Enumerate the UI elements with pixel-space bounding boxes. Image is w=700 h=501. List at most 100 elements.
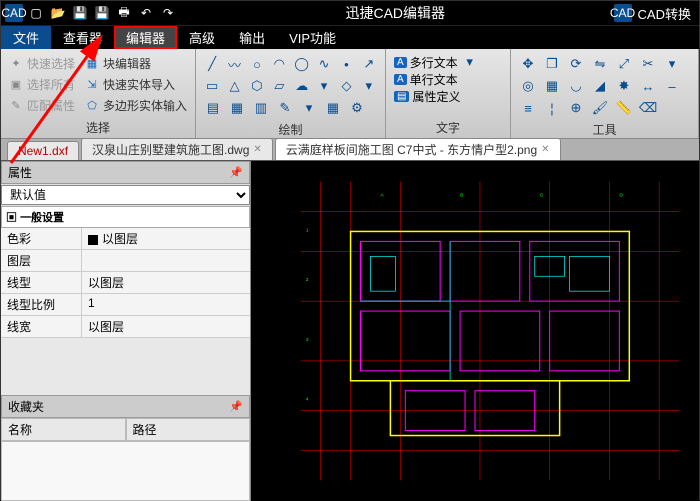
pin-icon[interactable]: 📌 [229, 400, 243, 413]
singleline-text-button[interactable]: A单行文本 [394, 71, 502, 88]
undo-icon[interactable]: ↶ [137, 4, 155, 22]
open-icon[interactable]: 📂 [49, 4, 67, 22]
default-combo[interactable]: 默认值 [1, 185, 250, 205]
image-icon[interactable]: ▥ [252, 99, 270, 117]
new-icon[interactable]: ▢ [27, 4, 45, 22]
line-icon[interactable]: ╱ [204, 55, 220, 73]
rotate-icon[interactable]: ⟳ [567, 55, 585, 73]
hatch-icon[interactable]: ▦ [228, 99, 246, 117]
ellipse-icon[interactable]: ◯ [294, 55, 310, 73]
svg-text:4: 4 [306, 397, 309, 403]
multiline-text-button[interactable]: A多行文本▾ [394, 53, 502, 71]
section-general-label: 一般设置 [20, 212, 64, 224]
ribbon-group-draw: ╱ 〰 ○ ◠ ◯ ∿ • ↗ ▭ △ ⬡ ▱ ☁ ▾ ◇ ▾ ▤ ▦ ▥ ✎ … [196, 49, 386, 138]
offset-icon[interactable]: ◎ [519, 77, 537, 95]
chevron-down-icon[interactable]: ▾ [361, 77, 377, 95]
select-all-button[interactable]: ▣选择所有 [9, 74, 79, 95]
redo-icon[interactable]: ↷ [159, 4, 177, 22]
break-icon[interactable]: ¦ [543, 99, 561, 117]
favorites-list[interactable] [1, 441, 250, 501]
cad-badge-icon: CAD [614, 4, 632, 22]
copy-icon[interactable]: ❐ [543, 55, 561, 73]
pin-icon[interactable]: 📌 [229, 166, 243, 179]
tab-png[interactable]: 云满庭样板间施工图 C7中式 - 东方情户型2.png✕ [275, 138, 561, 160]
favorites-title-bar: 收藏夹 📌 [1, 395, 250, 418]
rect-icon[interactable]: ▭ [204, 77, 220, 95]
eraser-icon[interactable]: ⌫ [639, 99, 657, 117]
table-icon[interactable]: ▦ [324, 99, 342, 117]
ribbon-group-text: A多行文本▾ A单行文本 ▤属性定义 文字 [386, 49, 511, 138]
prop-color-value[interactable]: 以图层 [81, 228, 250, 250]
triangle-icon[interactable]: △ [226, 77, 242, 95]
saveas-icon[interactable]: 💾 [93, 4, 111, 22]
diamond-icon[interactable]: ◇ [338, 77, 354, 95]
align-icon[interactable]: ≡ [519, 99, 537, 117]
array-icon[interactable]: ▦ [543, 77, 561, 95]
fav-col-name[interactable]: 名称 [1, 418, 126, 441]
prop-ltscale-value[interactable]: 1 [81, 294, 250, 316]
menu-output[interactable]: 输出 [227, 26, 277, 49]
join-icon[interactable]: ⊕ [567, 99, 585, 117]
close-icon[interactable]: ✕ [253, 144, 261, 155]
chamfer-icon[interactable]: ◢ [591, 77, 609, 95]
app-logo-icon: CAD [5, 4, 23, 22]
cad-convert-button[interactable]: CAD转换 [638, 4, 691, 23]
quick-select-button[interactable]: ✦快速选择 [9, 53, 79, 74]
dash-icon[interactable]: – [663, 77, 681, 95]
chevron-down-icon[interactable]: ▾ [461, 53, 479, 71]
close-icon[interactable]: ✕ [541, 144, 549, 155]
arc-icon[interactable]: ◠ [271, 55, 287, 73]
polyline-icon[interactable]: 〰 [226, 55, 242, 73]
region-icon[interactable]: ▱ [271, 77, 287, 95]
trim-icon[interactable]: ✂ [639, 55, 657, 73]
stretch-icon[interactable]: ↔ [639, 77, 657, 95]
menu-advanced[interactable]: 高级 [177, 26, 227, 49]
menu-vip[interactable]: VIP功能 [277, 26, 348, 49]
propdef-button[interactable]: ▤属性定义 [394, 88, 502, 105]
block-editor-button[interactable]: ▦块编辑器 [85, 53, 187, 74]
pencil-icon[interactable]: ✎ [276, 99, 294, 117]
import-icon: ⇲ [85, 78, 99, 92]
fav-col-path[interactable]: 路径 [126, 418, 251, 441]
hexagon-icon[interactable]: ⬡ [249, 77, 265, 95]
scale-icon[interactable]: ⤢ [615, 55, 633, 73]
chevron-down-icon[interactable]: ▾ [300, 99, 318, 117]
chevron-down-icon[interactable]: ▾ [663, 55, 681, 73]
svg-text:B: B [460, 193, 464, 199]
spline-icon[interactable]: ∿ [316, 55, 332, 73]
ribbon-group-select: ✦快速选择 ▦块编辑器 ▣选择所有 ⇲快速实体导入 ✎匹配属性 ⬠多边形实体输入… [1, 49, 196, 138]
prop-linetype-label: 线型 [1, 272, 81, 294]
polygon-entity-input-button[interactable]: ⬠多边形实体输入 [85, 95, 187, 116]
settings-icon[interactable]: ⚙ [348, 99, 366, 117]
mirror-icon[interactable]: ⇋ [591, 55, 609, 73]
menu-file[interactable]: 文件 [1, 26, 51, 49]
point-icon[interactable]: • [338, 55, 354, 73]
ray-icon[interactable]: ↗ [361, 55, 377, 73]
group-tools-title: 工具 [519, 119, 690, 138]
move-icon[interactable]: ✥ [519, 55, 537, 73]
prop-lineweight-value[interactable]: 以图层 [81, 316, 250, 338]
paint-icon[interactable]: 🖌 [591, 99, 609, 117]
menu-editor[interactable]: 编辑器 [114, 26, 177, 49]
tab-dwg[interactable]: 汉泉山庄别墅建筑施工图.dwg✕ [81, 138, 273, 160]
measure-icon[interactable]: 📏 [615, 99, 633, 117]
prop-ltscale-label: 线型比例 [1, 294, 81, 316]
prop-linetype-value[interactable]: 以图层 [81, 272, 250, 294]
menu-viewer[interactable]: 查看器 [51, 26, 114, 49]
tab-new1[interactable]: New1.dxf [7, 141, 79, 160]
drawing-canvas[interactable]: ABCD 1234 [251, 161, 699, 501]
prop-layer-value[interactable] [81, 250, 250, 272]
print-icon[interactable]: 🖶 [115, 4, 133, 22]
chevron-down-icon[interactable]: ▾ [316, 77, 332, 95]
prop-layer-label: 图层 [1, 250, 81, 272]
fillet-icon[interactable]: ◡ [567, 77, 585, 95]
match-props-button[interactable]: ✎匹配属性 [9, 95, 79, 116]
quick-entity-import-button[interactable]: ⇲快速实体导入 [85, 74, 187, 95]
section-general[interactable]: ▣ 一般设置 [1, 206, 250, 228]
cloud-icon[interactable]: ☁ [294, 77, 310, 95]
block-insert-icon[interactable]: ▤ [204, 99, 222, 117]
prop-lineweight-label: 线宽 [1, 316, 81, 338]
circle-icon[interactable]: ○ [249, 55, 265, 73]
save-icon[interactable]: 💾 [71, 4, 89, 22]
explode-icon[interactable]: ✸ [615, 77, 633, 95]
